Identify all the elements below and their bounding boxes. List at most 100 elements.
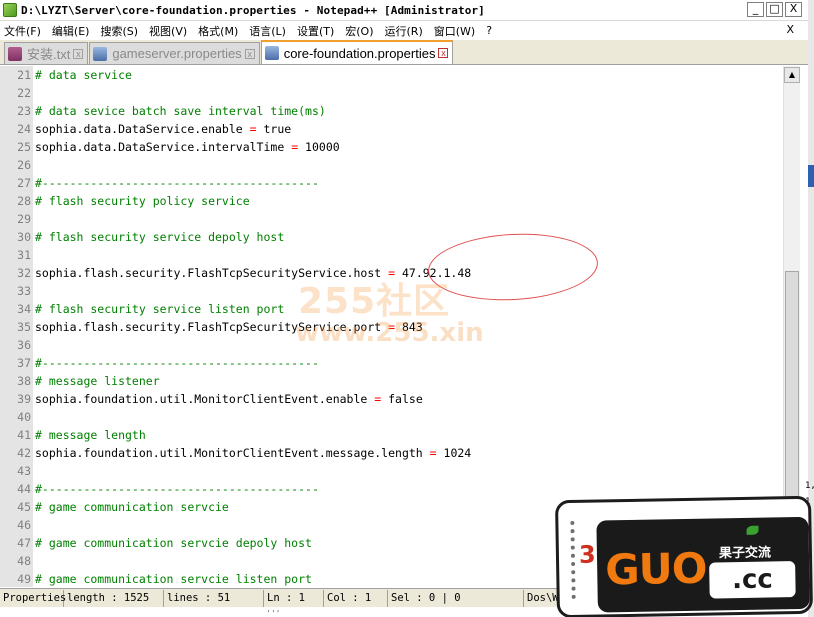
close-document-button[interactable]: X bbox=[786, 23, 794, 36]
resize-grip: ''' bbox=[266, 609, 281, 617]
minimize-button[interactable]: _ bbox=[747, 2, 764, 17]
property-key: sophia.foundation.util.MonitorClientEven… bbox=[35, 446, 430, 460]
line-number: 23 bbox=[0, 102, 33, 120]
line-content: #---------------------------------------… bbox=[33, 482, 319, 496]
editor-line[interactable]: 41 # message length bbox=[0, 426, 800, 444]
comment-text: # flash security service listen port bbox=[35, 302, 285, 316]
comment-text: # game communication servcie bbox=[35, 500, 229, 514]
line-number: 38 bbox=[0, 372, 33, 390]
tab-core-foundation-properties[interactable]: core-foundation.properties x bbox=[260, 40, 454, 64]
line-content: # flash security service depoly host bbox=[33, 230, 284, 244]
editor-line[interactable]: 31 bbox=[0, 246, 800, 264]
editor-line[interactable]: 23 # data sevice batch save interval time… bbox=[0, 102, 800, 120]
property-key: sophia.data.DataService.intervalTime bbox=[35, 140, 292, 154]
comment-text: # message listener bbox=[35, 374, 160, 388]
comment-text: #---------------------------------------… bbox=[35, 176, 319, 190]
comment-text: # flash security service depoly host bbox=[35, 230, 285, 244]
editor-line[interactable]: 25 sophia.data.DataService.intervalTime =… bbox=[0, 138, 800, 156]
line-content: # flash security policy service bbox=[33, 194, 250, 208]
menu-language[interactable]: 语言(L) bbox=[245, 23, 293, 39]
line-number: 47 bbox=[0, 534, 33, 552]
editor-line[interactable]: 37 #-------------------------------------… bbox=[0, 354, 800, 372]
line-number: 41 bbox=[0, 426, 33, 444]
leaf-icon bbox=[746, 525, 759, 535]
line-number: 29 bbox=[0, 210, 33, 228]
close-button[interactable]: X bbox=[785, 2, 802, 17]
editor-line[interactable]: 42 sophia.foundation.util.MonitorClientEv… bbox=[0, 444, 800, 462]
line-number: 43 bbox=[0, 462, 33, 480]
editor-line[interactable]: 27 #-------------------------------------… bbox=[0, 174, 800, 192]
editor-line[interactable]: 28 # flash security policy service bbox=[0, 192, 800, 210]
editor-line[interactable]: 40 bbox=[0, 408, 800, 426]
line-number: 24 bbox=[0, 120, 33, 138]
line-number: 33 bbox=[0, 282, 33, 300]
tab-close-icon[interactable]: x bbox=[438, 48, 449, 58]
tab-install-txt[interactable]: 安装.txt x bbox=[4, 42, 89, 64]
line-content: # message listener bbox=[33, 374, 160, 388]
save-icon bbox=[93, 46, 108, 61]
line-number: 36 bbox=[0, 336, 33, 354]
line-content: # game communication servcie depoly host bbox=[33, 536, 312, 550]
editor-line[interactable]: 22 bbox=[0, 84, 800, 102]
line-content: # data service bbox=[33, 68, 132, 82]
logo-main-text: GUO bbox=[604, 543, 707, 595]
editor-line[interactable]: 39 sophia.foundation.util.MonitorClientEv… bbox=[0, 390, 800, 408]
status-lines: lines : 51 bbox=[164, 589, 264, 607]
menu-help[interactable]: ? bbox=[482, 24, 499, 37]
line-number: 48 bbox=[0, 552, 33, 570]
menu-window[interactable]: 窗口(W) bbox=[430, 23, 482, 39]
tab-gameserver-properties[interactable]: gameserver.properties x bbox=[89, 42, 260, 64]
line-content: # flash security service listen port bbox=[33, 302, 284, 316]
save-icon bbox=[8, 46, 22, 61]
line-number: 25 bbox=[0, 138, 33, 156]
logo-red-digit: 3 bbox=[578, 540, 596, 569]
line-number: 49 bbox=[0, 570, 33, 587]
menu-edit[interactable]: 编辑(E) bbox=[48, 23, 97, 39]
line-number: 46 bbox=[0, 516, 33, 534]
editor-line[interactable]: 44 #-------------------------------------… bbox=[0, 480, 800, 498]
line-number: 35 bbox=[0, 318, 33, 336]
editor-line[interactable]: 30 # flash security service depoly host bbox=[0, 228, 800, 246]
tab-close-icon[interactable]: x bbox=[73, 48, 84, 59]
comment-text: # message length bbox=[35, 428, 146, 442]
line-number: 21 bbox=[0, 66, 33, 84]
editor-line[interactable]: 21 # data service bbox=[0, 66, 800, 84]
scroll-up-icon[interactable]: ▲ bbox=[784, 67, 800, 83]
line-number: 27 bbox=[0, 174, 33, 192]
watermark-text: 255社区 bbox=[298, 281, 451, 322]
menu-file[interactable]: 文件(F) bbox=[0, 23, 48, 39]
property-key: sophia.data.DataService.enable bbox=[35, 122, 250, 136]
line-number: 31 bbox=[0, 246, 33, 264]
editor-line[interactable]: 38 # message listener bbox=[0, 372, 800, 390]
status-sel: Sel : 0 | 0 bbox=[388, 589, 524, 607]
equals-operator: = bbox=[429, 446, 437, 460]
editor-line[interactable]: 29 bbox=[0, 210, 800, 228]
tab-close-icon[interactable]: x bbox=[244, 48, 255, 59]
line-number: 34 bbox=[0, 300, 33, 318]
editor-line[interactable]: 24 sophia.data.DataService.enable = true bbox=[0, 120, 800, 138]
menu-macro[interactable]: 宏(O) bbox=[341, 23, 380, 39]
menu-search[interactable]: 搜索(S) bbox=[96, 23, 145, 39]
menu-view[interactable]: 视图(V) bbox=[145, 23, 194, 39]
line-content: sophia.foundation.util.MonitorClientEven… bbox=[33, 392, 423, 406]
window-controls: _ □ X bbox=[747, 2, 802, 17]
status-ln: Ln : 1 bbox=[264, 589, 324, 607]
status-col: Col : 1 bbox=[324, 589, 388, 607]
logo-subtitle: 果子交流 bbox=[718, 545, 772, 562]
property-key: sophia.foundation.util.MonitorClientEven… bbox=[35, 392, 375, 406]
line-content: #---------------------------------------… bbox=[33, 176, 319, 190]
logo-domain: .cc bbox=[709, 561, 796, 599]
guo-cc-logo: 3 GUO 果子交流 .cc bbox=[554, 495, 814, 617]
line-number: 32 bbox=[0, 264, 33, 282]
menu-run[interactable]: 运行(R) bbox=[381, 23, 430, 39]
menu-format[interactable]: 格式(M) bbox=[194, 23, 245, 39]
menu-bar: 文件(F) 编辑(E) 搜索(S) 视图(V) 格式(M) 语言(L) 设置(T… bbox=[0, 21, 808, 40]
line-content: # message length bbox=[33, 428, 146, 442]
maximize-button[interactable]: □ bbox=[766, 2, 783, 17]
editor-line[interactable]: 43 bbox=[0, 462, 800, 480]
menu-settings[interactable]: 设置(T) bbox=[293, 23, 341, 39]
line-number: 45 bbox=[0, 498, 33, 516]
editor-line[interactable]: 26 bbox=[0, 156, 800, 174]
line-content: # game communication servcie listen port bbox=[33, 572, 312, 586]
tab-label: gameserver.properties bbox=[112, 46, 242, 61]
